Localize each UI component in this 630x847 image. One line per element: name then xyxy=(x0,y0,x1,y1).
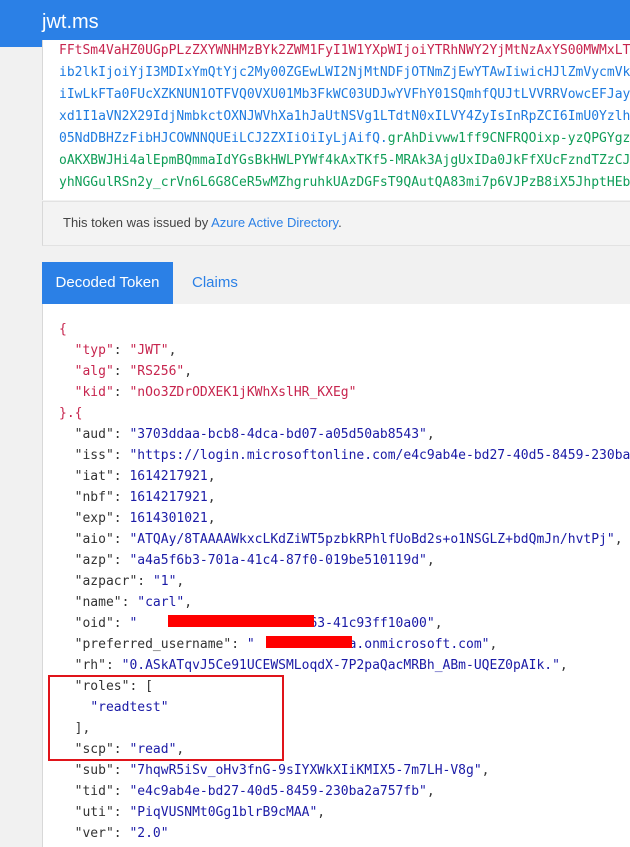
encoded-line: ib2lkIjoiYjI3MDIxYmQtYjc2My00ZGEwLWI2NjM… xyxy=(59,65,630,80)
json-claim-azpacr: "azpacr": "1", xyxy=(74,574,185,589)
roles-scp-highlight-box xyxy=(48,675,284,761)
app-title[interactable]: jwt.ms xyxy=(42,11,99,34)
redaction-username xyxy=(266,636,352,648)
issuer-suffix: . xyxy=(338,215,342,230)
json-claim-aud: "aud": "3703ddaa-bcb8-4dca-bd07-a05d50ab… xyxy=(74,427,435,442)
json-claim-tid: "tid": "e4c9ab4e-bd27-40d5-8459-230ba2a7… xyxy=(74,784,435,799)
json-claim-oid: "oid": " 63-41c93ff10a00", xyxy=(74,616,443,631)
encoded-line: 05NdDBHZzFibHJCOWNNQUEiLCJ2ZXIiOiIyLjAif… xyxy=(59,131,630,146)
encoded-line: iIwLkFTa0FUcXZKNUN1OTFVQ0VXU01Mb3FkWC03U… xyxy=(59,87,630,102)
decoded-token-panel[interactable]: { "typ": "JWT", "alg": "RS256", "kid": "… xyxy=(42,304,630,847)
json-separator: }.{ xyxy=(59,406,83,421)
encoded-line: FFtSm4VaHZ0UGpPLzZXYWNHMzBYk2ZWM1FyI1W1Y… xyxy=(59,43,630,58)
json-claim-azp: "azp": "a4a5f6b3-701a-41c4-87f0-019be510… xyxy=(74,553,435,568)
json-claim-ver: "ver": "2.0" xyxy=(74,826,169,841)
issuer-prefix: This token was issued by xyxy=(63,215,212,230)
json-typ: "typ": "JWT", xyxy=(74,343,177,358)
tab-decoded-token[interactable]: Decoded Token xyxy=(42,262,173,304)
json-claim-nbf: "nbf": 1614217921, xyxy=(74,490,216,505)
json-open: { xyxy=(59,322,67,337)
redaction-oid xyxy=(168,615,314,627)
encoded-line: yhNGGulRSn2y_crVn6L6G8CeR5wMZhgruhkUAzDG… xyxy=(59,175,630,190)
json-claim-aio: "aio": "ATQAy/8TAAAAWkxcLKdZiWT5pzbkRPhl… xyxy=(74,532,623,547)
json-claim-name: "name": "carl", xyxy=(74,595,193,610)
encoded-token-panel[interactable]: FFtSm4VaHZ0UGpPLzZXYWNHMzBYk2ZWM1FyI1W1Y… xyxy=(42,40,630,200)
json-kid: "kid": "nOo3ZDrODXEK1jKWhXslHR_KXEg" xyxy=(74,385,357,400)
json-claim-iss: "iss": "https://login.microsoftonline.co… xyxy=(74,448,630,463)
token-tabs: Decoded Token Claims xyxy=(42,262,630,305)
encoded-line: oAKXBWJHi4alEpmBQmmaIdYGsBkHWLPYWf4kAxTK… xyxy=(59,153,630,168)
encoded-line: xd1I1aVN2X29IdjNmbkctOXNJWVhXa1hJaUtNSVg… xyxy=(59,109,630,124)
json-claim-exp: "exp": 1614301021, xyxy=(74,511,216,526)
json-claim-sub: "sub": "7hqwR5iSv_oHv3fnG-9sIYXWkXIiKMIX… xyxy=(74,763,490,778)
json-alg: "alg": "RS256", xyxy=(74,364,193,379)
decoded-json: { "typ": "JWT", "alg": "RS256", "kid": "… xyxy=(59,319,630,844)
issuer-note: This token was issued by Azure Active Di… xyxy=(42,201,630,246)
issuer-link[interactable]: Azure Active Directory xyxy=(211,215,338,230)
tab-claims[interactable]: Claims xyxy=(192,262,238,304)
json-claim-rh: "rh": "0.ASkATqvJ5Ce91UCEWSMLoqdX-7P2paQ… xyxy=(74,658,568,673)
json-claim-iat: "iat": 1614217921, xyxy=(74,469,216,484)
json-claim-uti: "uti": "PiqVUSNMt0Gg1blrB9cMAA", xyxy=(74,805,326,820)
